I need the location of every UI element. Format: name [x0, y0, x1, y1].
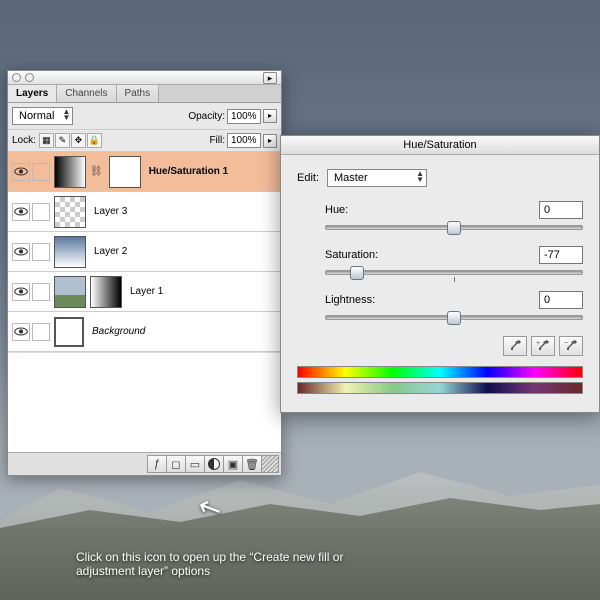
fill-label: Fill:: [209, 135, 225, 146]
spectrum-after: [297, 382, 583, 394]
hue-input[interactable]: 0: [539, 201, 583, 219]
chevron-updown-icon: ▲▼: [416, 171, 424, 183]
slider-thumb-icon[interactable]: [350, 266, 364, 280]
hue-label: Hue:: [325, 204, 539, 216]
visibility-toggle[interactable]: [12, 203, 30, 221]
opacity-flyout-button[interactable]: ▸: [263, 109, 277, 123]
slider-thumb-icon[interactable]: [447, 311, 461, 325]
eyedropper-add-button[interactable]: +: [531, 336, 555, 356]
layer-thumb-icon: [54, 196, 86, 228]
mask-thumb-icon[interactable]: [90, 276, 122, 308]
opacity-input[interactable]: 100%: [227, 109, 261, 124]
link-toggle[interactable]: [32, 323, 50, 341]
fill-input[interactable]: 100%: [227, 133, 261, 148]
saturation-input[interactable]: -77: [539, 246, 583, 264]
layer-row-layer2[interactable]: Layer 2: [8, 232, 281, 272]
lock-fill-row: Lock: ▦ ✎ ✥ 🔒 Fill: 100% ▸: [8, 130, 281, 152]
saturation-slider-block: Saturation: -77: [325, 246, 583, 275]
layer-row-background[interactable]: Background: [8, 312, 281, 352]
eyedropper-subtract-button[interactable]: −: [559, 336, 583, 356]
opacity-label: Opacity:: [188, 111, 225, 122]
layers-bottom-bar: ƒ ◻ ▭ ▣ 🗑: [8, 452, 281, 475]
blend-mode-select[interactable]: Normal ▲▼: [12, 107, 73, 125]
close-window-icon[interactable]: [12, 73, 21, 82]
visibility-toggle[interactable]: [12, 283, 30, 301]
layer-row-layer1[interactable]: Layer 1: [8, 272, 281, 312]
adjustment-thumb-icon: [54, 156, 86, 188]
hue-slider[interactable]: [325, 225, 583, 230]
panel-titlebar[interactable]: ▸: [8, 71, 281, 85]
tab-channels[interactable]: Channels: [57, 85, 116, 102]
lock-transparency-icon[interactable]: ▦: [39, 133, 54, 148]
layer-row-layer3[interactable]: Layer 3: [8, 192, 281, 232]
lightness-slider-block: Lightness: 0: [325, 291, 583, 320]
layer-thumb-icon: [54, 236, 86, 268]
mask-thumb-icon[interactable]: [109, 156, 141, 188]
link-toggle[interactable]: [32, 203, 50, 221]
lock-pixels-icon[interactable]: ✎: [55, 133, 70, 148]
layer-name[interactable]: Layer 1: [130, 286, 163, 297]
layer-thumb-icon: [54, 276, 86, 308]
callout-text: Click on this icon to open up the “Creat…: [76, 550, 366, 578]
add-mask-button[interactable]: ◻: [166, 455, 186, 473]
resize-grip-icon[interactable]: [261, 455, 279, 473]
mask-link-icon[interactable]: ⛓: [90, 166, 103, 177]
window-buttons[interactable]: [12, 73, 34, 82]
blend-mode-value: Normal: [19, 110, 54, 122]
minimize-window-icon[interactable]: [25, 73, 34, 82]
lightness-slider[interactable]: [325, 315, 583, 320]
link-toggle[interactable]: [32, 163, 50, 181]
panel-menu-button[interactable]: ▸: [263, 72, 277, 84]
saturation-label: Saturation:: [325, 249, 539, 261]
layer-name[interactable]: Layer 3: [94, 206, 127, 217]
lock-icons: ▦ ✎ ✥ 🔒: [39, 133, 102, 148]
layer-name[interactable]: Layer 2: [94, 246, 127, 257]
new-adjustment-layer-button[interactable]: [204, 455, 224, 473]
layer-name[interactable]: Background: [92, 326, 145, 337]
eyedropper-button[interactable]: [503, 336, 527, 356]
tab-paths[interactable]: Paths: [117, 85, 160, 102]
delete-layer-button[interactable]: 🗑: [242, 455, 262, 473]
layer-list: ⛓ Hue/Saturation 1 Layer 3 Layer 2 Layer…: [8, 152, 281, 352]
visibility-toggle[interactable]: [12, 163, 30, 181]
layer-row-hue-saturation[interactable]: ⛓ Hue/Saturation 1: [8, 152, 281, 192]
lock-position-icon[interactable]: ✥: [71, 133, 86, 148]
layers-empty-area: [8, 352, 281, 452]
edit-select[interactable]: Master ▲▼: [327, 169, 427, 187]
svg-text:−: −: [564, 340, 568, 347]
dialog-title[interactable]: Hue/Saturation: [281, 136, 599, 155]
new-layer-button[interactable]: ▣: [223, 455, 243, 473]
edit-label: Edit:: [297, 172, 319, 184]
panel-tabs: Layers Channels Paths: [8, 85, 281, 103]
tab-layers[interactable]: Layers: [8, 85, 57, 102]
slider-thumb-icon[interactable]: [447, 221, 461, 235]
adjustment-icon: [208, 458, 220, 470]
link-toggle[interactable]: [32, 243, 50, 261]
chevron-updown-icon: ▲▼: [63, 109, 71, 121]
lightness-label: Lightness:: [325, 294, 539, 306]
visibility-toggle[interactable]: [12, 323, 30, 341]
lightness-input[interactable]: 0: [539, 291, 583, 309]
spectrum-before: [297, 366, 583, 378]
eyedropper-row: + −: [297, 336, 583, 356]
lock-all-icon[interactable]: 🔒: [87, 133, 102, 148]
hue-slider-block: Hue: 0: [325, 201, 583, 230]
hue-saturation-dialog: Hue/Saturation Edit: Master ▲▼ Hue: 0 Sa…: [280, 135, 600, 413]
new-group-button[interactable]: ▭: [185, 455, 205, 473]
center-tick-icon: [454, 277, 455, 282]
edit-select-value: Master: [334, 172, 368, 184]
layer-name[interactable]: Hue/Saturation 1: [149, 166, 228, 177]
visibility-toggle[interactable]: [12, 243, 30, 261]
fill-flyout-button[interactable]: ▸: [263, 134, 277, 148]
layer-thumb-icon: [54, 317, 84, 347]
svg-text:+: +: [536, 340, 540, 347]
lock-label: Lock:: [12, 135, 36, 146]
layer-fx-button[interactable]: ƒ: [147, 455, 167, 473]
blend-opacity-row: Normal ▲▼ Opacity: 100% ▸: [8, 103, 281, 130]
saturation-slider[interactable]: [325, 270, 583, 275]
link-toggle[interactable]: [32, 283, 50, 301]
layers-panel: ▸ Layers Channels Paths Normal ▲▼ Opacit…: [7, 70, 282, 476]
